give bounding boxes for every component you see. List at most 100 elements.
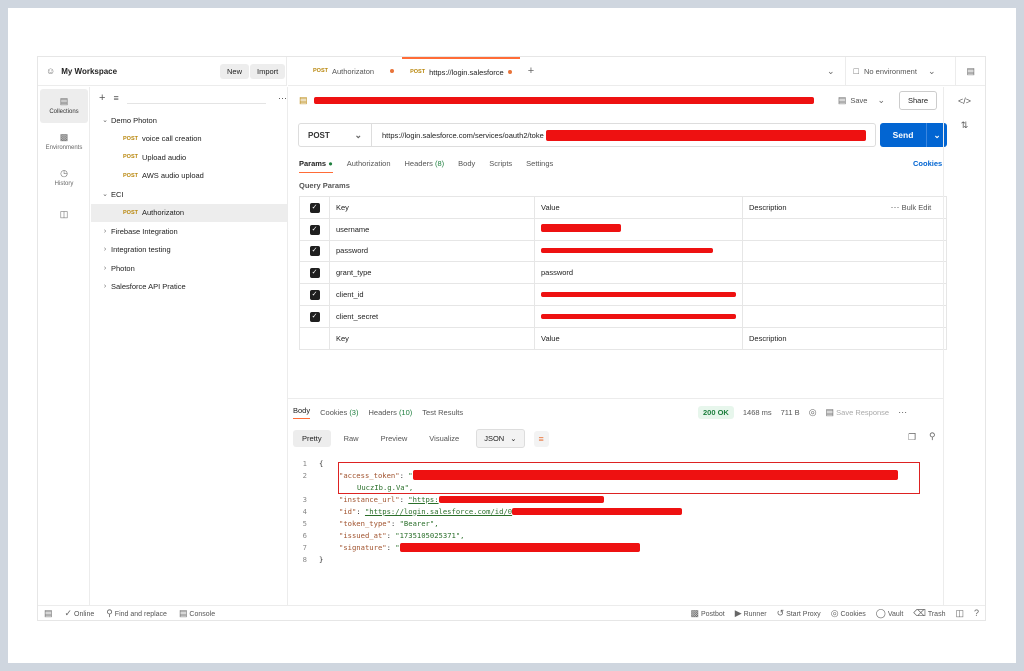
tab-authorization[interactable]: Authorization <box>347 159 391 173</box>
tree-request[interactable]: POST voice call creation <box>91 130 287 149</box>
param-description[interactable] <box>742 239 947 263</box>
bulk-edit-button[interactable]: ⋯ Bulk Edit <box>884 196 947 219</box>
cookies-button[interactable]: ◎ Cookies <box>831 608 866 618</box>
row-checkbox[interactable]: ✓ <box>299 217 330 241</box>
online-status[interactable]: ✓ Online <box>65 608 95 618</box>
add-collection-icon[interactable]: + <box>99 92 105 104</box>
tree-request[interactable]: POST Upload audio <box>91 148 287 167</box>
save-response-button[interactable]: ▤ Save Response <box>826 408 890 418</box>
toggle-sidebar-icon[interactable]: ▤ <box>44 608 53 618</box>
runner-button[interactable]: ▶ Runner <box>735 608 767 618</box>
postbot-button[interactable]: ▩ Postbot <box>691 608 725 618</box>
more-options-icon[interactable]: ⋯ <box>278 93 287 104</box>
help-icon[interactable]: ? <box>974 608 979 618</box>
new-button[interactable]: New <box>220 64 250 79</box>
rail-history[interactable]: ◷ History <box>40 161 88 195</box>
language-selector[interactable]: JSON ⌄ <box>476 429 525 448</box>
json-value[interactable]: "https: <box>408 495 438 504</box>
new-description-input[interactable]: Description <box>742 326 947 350</box>
param-key[interactable]: client_id <box>329 283 535 306</box>
add-tab-icon[interactable]: + <box>528 65 534 77</box>
param-description[interactable] <box>742 217 947 241</box>
tree-folder[interactable]: › Photon <box>91 259 287 278</box>
more-options-icon[interactable]: ⋯ <box>898 408 907 417</box>
tree-folder-eci[interactable]: ⌄ ECI <box>91 185 287 204</box>
param-value[interactable]: password <box>534 261 743 285</box>
layout-icon[interactable]: ◫ <box>955 608 964 618</box>
column-value: Value <box>534 196 743 219</box>
rail-collections[interactable]: ▤ Collections <box>40 89 88 123</box>
method-selector[interactable]: POST ⌄ <box>299 124 372 146</box>
filter-icon[interactable]: ≡ <box>113 93 118 103</box>
search-collections-input[interactable] <box>126 92 266 104</box>
row-checkbox[interactable]: ✓ <box>299 283 330 306</box>
row-checkbox[interactable]: ✓ <box>299 261 330 285</box>
tab-settings[interactable]: Settings <box>526 159 553 173</box>
status-badge[interactable]: 200 OK <box>698 406 734 419</box>
cookies-link[interactable]: Cookies <box>913 159 942 168</box>
param-value[interactable] <box>534 239 743 263</box>
workspace-name[interactable]: My Workspace <box>61 67 117 76</box>
param-description[interactable] <box>742 304 947 328</box>
console-button[interactable]: ▤ Console <box>179 608 215 618</box>
tab-headers[interactable]: Headers (8) <box>405 159 445 173</box>
import-button[interactable]: Import <box>250 64 286 79</box>
new-key-input[interactable]: Key <box>329 326 535 350</box>
param-value[interactable] <box>534 217 743 241</box>
start-proxy-button[interactable]: ↺ Start Proxy <box>777 608 821 618</box>
wrap-lines-icon[interactable]: ≡ <box>533 430 549 447</box>
format-raw[interactable]: Raw <box>335 430 368 447</box>
json-value[interactable]: "https://login.salesforce.com/id/0 <box>365 507 512 516</box>
format-visualize[interactable]: Visualize <box>420 430 468 447</box>
row-checkbox[interactable]: ✓ <box>299 304 330 328</box>
rail-environments[interactable]: ▩ Environments <box>40 125 88 159</box>
tree-folder[interactable]: › Firebase Integration <box>91 222 287 241</box>
response-time[interactable]: 1468 ms <box>743 408 772 417</box>
param-value[interactable] <box>534 283 743 306</box>
format-preview[interactable]: Preview <box>372 430 417 447</box>
param-key[interactable]: username <box>329 217 535 241</box>
send-button[interactable]: Send ⌄ <box>880 123 947 147</box>
param-description[interactable] <box>742 261 947 285</box>
tab-body[interactable]: Body <box>458 159 475 173</box>
tree-folder-demo-photon[interactable]: ⌄ Demo Photon <box>91 111 287 130</box>
vault-button[interactable]: ◯ Vault <box>876 608 903 618</box>
param-key[interactable]: password <box>329 239 535 263</box>
tab-response-headers[interactable]: Headers (10) <box>368 408 412 417</box>
tree-request[interactable]: POST AWS audio upload <box>91 167 287 186</box>
cookies-label: Cookies <box>840 610 866 618</box>
trash-button[interactable]: ⌫ Trash <box>913 608 945 618</box>
share-button[interactable]: Share <box>898 90 937 110</box>
tab-params[interactable]: Params ● <box>299 159 333 173</box>
url-input[interactable]: https://login.salesforce.com/services/oa… <box>372 129 866 141</box>
tab-response-cookies[interactable]: Cookies (3) <box>320 408 358 417</box>
copy-icon[interactable]: ❐ <box>908 433 916 442</box>
tab-salesforce[interactable]: POST https://login.salesforce <box>402 57 520 85</box>
response-size[interactable]: 711 B <box>781 408 800 417</box>
tree-request-active[interactable]: POST Authorizaton <box>91 203 287 222</box>
save-button[interactable]: ▤ Save ⌄ <box>838 95 885 105</box>
code-snippet-icon[interactable]: </> <box>944 96 985 106</box>
related-collections-icon[interactable]: ⇅ <box>944 120 985 131</box>
rail-apps[interactable]: ◫ <box>40 197 88 231</box>
tree-folder[interactable]: › Salesforce API Pratice <box>91 278 287 297</box>
row-checkbox[interactable]: ✓ <box>299 239 330 263</box>
environment-selector[interactable]: □ No environment ⌄ <box>844 57 957 86</box>
tab-response-body[interactable]: Body <box>293 406 311 419</box>
environment-quicklook-icon[interactable]: ▤ <box>966 67 975 76</box>
tree-folder[interactable]: › Integration testing <box>91 241 287 260</box>
param-key[interactable]: client_secret <box>329 304 535 328</box>
format-pretty[interactable]: Pretty <box>293 430 331 447</box>
param-description[interactable] <box>742 283 947 306</box>
chevron-down-icon[interactable]: ⌄ <box>827 67 835 76</box>
select-all-checkbox[interactable]: ✓ <box>299 196 330 219</box>
param-value[interactable] <box>534 304 743 328</box>
tab-test-results[interactable]: Test Results <box>422 408 463 417</box>
find-replace-button[interactable]: ⚲ Find and replace <box>106 608 167 618</box>
tab-authorization[interactable]: POST Authorizaton <box>288 57 402 85</box>
search-icon[interactable]: ⚲ <box>929 432 936 441</box>
tab-scripts[interactable]: Scripts <box>489 159 512 173</box>
network-globe-icon[interactable]: ◎ <box>809 408 817 417</box>
param-key[interactable]: grant_type <box>329 261 535 285</box>
new-value-input[interactable]: Value <box>534 326 743 350</box>
